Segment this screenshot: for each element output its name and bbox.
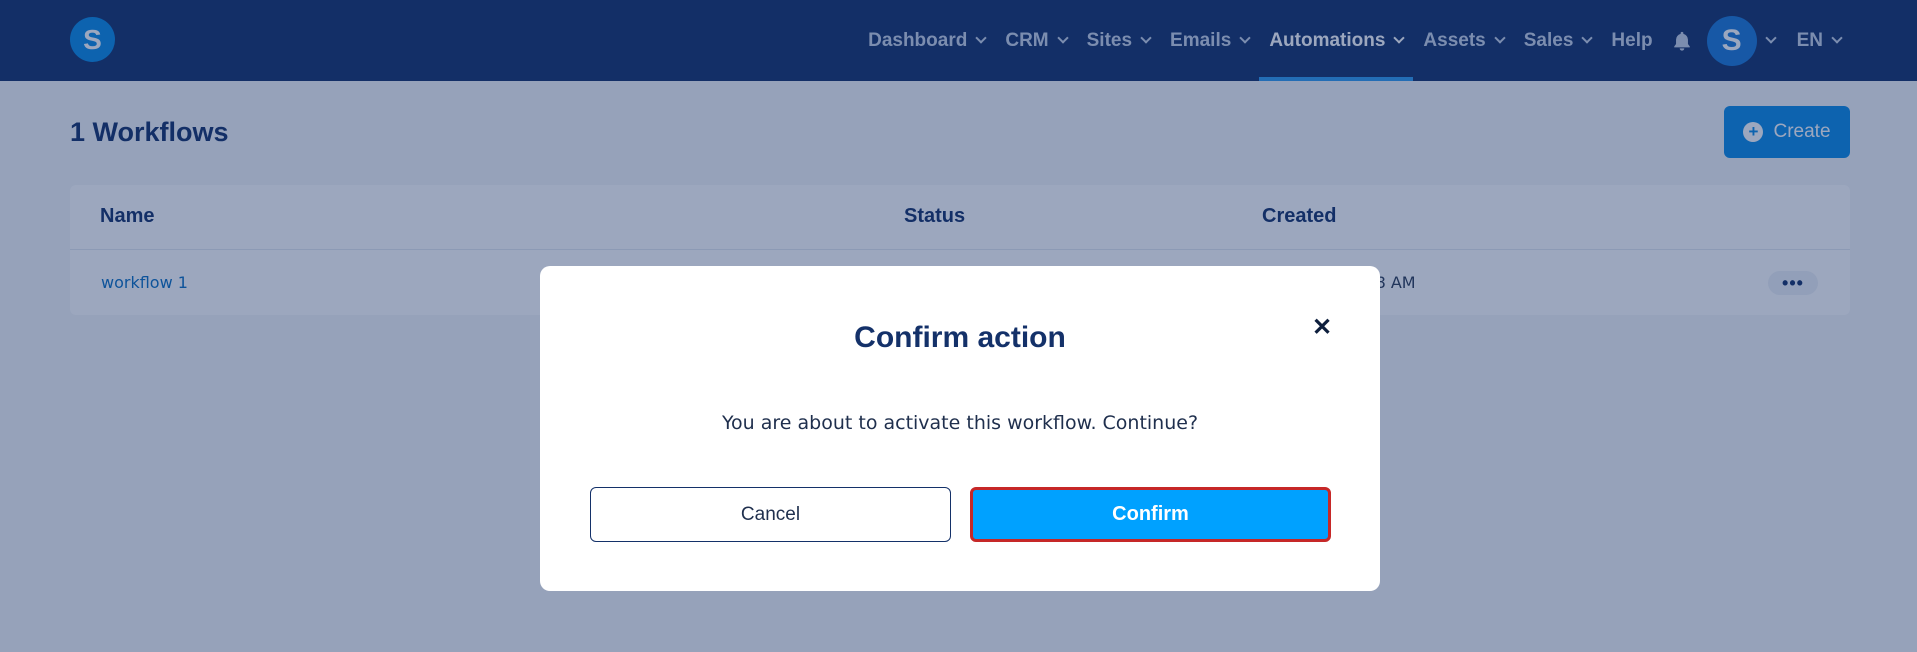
- close-icon[interactable]: ✕: [1307, 313, 1337, 343]
- confirm-button[interactable]: Confirm: [970, 487, 1331, 542]
- cancel-button[interactable]: Cancel: [590, 487, 951, 542]
- dialog-title: Confirm action: [854, 321, 1066, 354]
- dialog-message: You are about to activate this workflow.…: [721, 412, 1199, 434]
- confirm-dialog: Confirm action ✕ You are about to activa…: [540, 266, 1380, 591]
